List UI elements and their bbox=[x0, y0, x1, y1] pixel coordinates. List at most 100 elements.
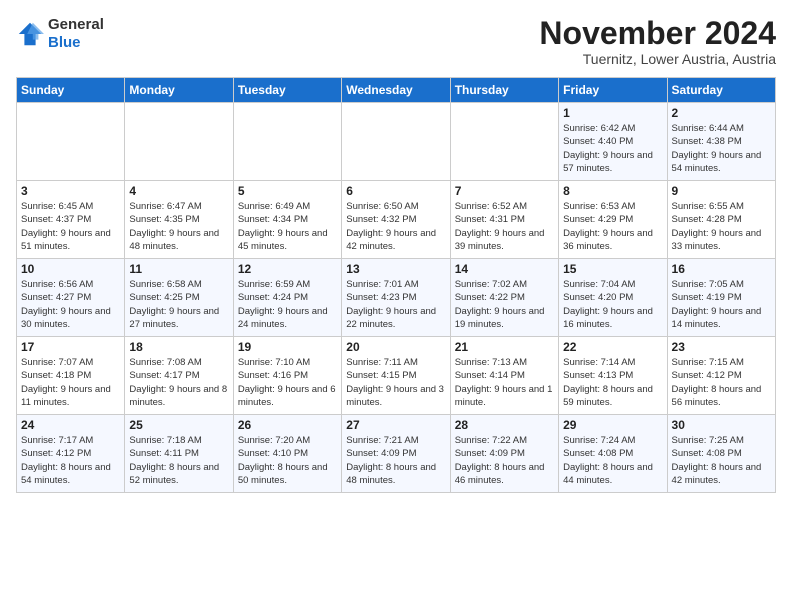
month-title: November 2024 bbox=[539, 16, 776, 51]
day-info: Sunrise: 7:04 AM Sunset: 4:20 PM Dayligh… bbox=[563, 278, 662, 331]
col-tuesday: Tuesday bbox=[233, 78, 341, 103]
day-info: Sunrise: 7:25 AM Sunset: 4:08 PM Dayligh… bbox=[672, 434, 771, 487]
day-number: 30 bbox=[672, 418, 771, 432]
day-number: 11 bbox=[129, 262, 228, 276]
day-info: Sunrise: 7:24 AM Sunset: 4:08 PM Dayligh… bbox=[563, 434, 662, 487]
day-info: Sunrise: 6:55 AM Sunset: 4:28 PM Dayligh… bbox=[672, 200, 771, 253]
logo-text-general: General bbox=[48, 16, 104, 34]
table-cell bbox=[233, 103, 341, 181]
day-info: Sunrise: 6:53 AM Sunset: 4:29 PM Dayligh… bbox=[563, 200, 662, 253]
logo-icon bbox=[16, 20, 44, 48]
table-cell: 8 Sunrise: 6:53 AM Sunset: 4:29 PM Daylig… bbox=[559, 181, 667, 259]
day-number: 13 bbox=[346, 262, 445, 276]
day-info: Sunrise: 7:20 AM Sunset: 4:10 PM Dayligh… bbox=[238, 434, 337, 487]
table-cell: 7 Sunrise: 6:52 AM Sunset: 4:31 PM Daylig… bbox=[450, 181, 558, 259]
table-cell: 3Sunrise: 6:45 AM Sunset: 4:37 PM Daylig… bbox=[17, 181, 125, 259]
table-cell: 15 Sunrise: 7:04 AM Sunset: 4:20 PM Dayli… bbox=[559, 259, 667, 337]
day-info: Sunrise: 7:13 AM Sunset: 4:14 PM Dayligh… bbox=[455, 356, 554, 409]
table-cell: 14 Sunrise: 7:02 AM Sunset: 4:22 PM Dayli… bbox=[450, 259, 558, 337]
table-cell: 11 Sunrise: 6:58 AM Sunset: 4:25 PM Dayli… bbox=[125, 259, 233, 337]
day-number: 4 bbox=[129, 184, 228, 198]
table-cell: 1 Sunrise: 6:42 AM Sunset: 4:40 PM Daylig… bbox=[559, 103, 667, 181]
day-info: Sunrise: 6:52 AM Sunset: 4:31 PM Dayligh… bbox=[455, 200, 554, 253]
day-info: Sunrise: 7:11 AM Sunset: 4:15 PM Dayligh… bbox=[346, 356, 445, 409]
day-info: Sunrise: 7:17 AM Sunset: 4:12 PM Dayligh… bbox=[21, 434, 120, 487]
table-cell: 18 Sunrise: 7:08 AM Sunset: 4:17 PM Dayli… bbox=[125, 337, 233, 415]
location-title: Tuernitz, Lower Austria, Austria bbox=[539, 51, 776, 67]
table-cell: 6 Sunrise: 6:50 AM Sunset: 4:32 PM Daylig… bbox=[342, 181, 450, 259]
table-cell: 21 Sunrise: 7:13 AM Sunset: 4:14 PM Dayli… bbox=[450, 337, 558, 415]
day-info: Sunrise: 6:42 AM Sunset: 4:40 PM Dayligh… bbox=[563, 122, 662, 175]
day-number: 9 bbox=[672, 184, 771, 198]
day-info: Sunrise: 7:14 AM Sunset: 4:13 PM Dayligh… bbox=[563, 356, 662, 409]
day-number: 8 bbox=[563, 184, 662, 198]
table-cell bbox=[125, 103, 233, 181]
day-number: 16 bbox=[672, 262, 771, 276]
header: General Blue November 2024 Tuernitz, Low… bbox=[16, 16, 776, 67]
day-number: 15 bbox=[563, 262, 662, 276]
table-cell: 20 Sunrise: 7:11 AM Sunset: 4:15 PM Dayli… bbox=[342, 337, 450, 415]
day-info: Sunrise: 7:10 AM Sunset: 4:16 PM Dayligh… bbox=[238, 356, 337, 409]
week-row-1: 1 Sunrise: 6:42 AM Sunset: 4:40 PM Daylig… bbox=[17, 103, 776, 181]
day-number: 7 bbox=[455, 184, 554, 198]
week-row-3: 10Sunrise: 6:56 AM Sunset: 4:27 PM Dayli… bbox=[17, 259, 776, 337]
table-cell: 22 Sunrise: 7:14 AM Sunset: 4:13 PM Dayli… bbox=[559, 337, 667, 415]
day-info: Sunrise: 7:05 AM Sunset: 4:19 PM Dayligh… bbox=[672, 278, 771, 331]
calendar-table: Sunday Monday Tuesday Wednesday Thursday… bbox=[16, 77, 776, 493]
day-number: 21 bbox=[455, 340, 554, 354]
day-info: Sunrise: 6:47 AM Sunset: 4:35 PM Dayligh… bbox=[129, 200, 228, 253]
week-row-4: 17Sunrise: 7:07 AM Sunset: 4:18 PM Dayli… bbox=[17, 337, 776, 415]
day-info: Sunrise: 6:49 AM Sunset: 4:34 PM Dayligh… bbox=[238, 200, 337, 253]
day-number: 14 bbox=[455, 262, 554, 276]
day-info: Sunrise: 7:22 AM Sunset: 4:09 PM Dayligh… bbox=[455, 434, 554, 487]
table-cell: 5 Sunrise: 6:49 AM Sunset: 4:34 PM Daylig… bbox=[233, 181, 341, 259]
day-number: 12 bbox=[238, 262, 337, 276]
day-number: 22 bbox=[563, 340, 662, 354]
col-saturday: Saturday bbox=[667, 78, 775, 103]
logo-text-blue: Blue bbox=[48, 34, 104, 52]
week-row-2: 3Sunrise: 6:45 AM Sunset: 4:37 PM Daylig… bbox=[17, 181, 776, 259]
table-cell: 30 Sunrise: 7:25 AM Sunset: 4:08 PM Dayli… bbox=[667, 415, 775, 493]
col-thursday: Thursday bbox=[450, 78, 558, 103]
day-info: Sunrise: 7:07 AM Sunset: 4:18 PM Dayligh… bbox=[21, 356, 120, 409]
table-cell: 12 Sunrise: 6:59 AM Sunset: 4:24 PM Dayli… bbox=[233, 259, 341, 337]
day-number: 10 bbox=[21, 262, 120, 276]
day-number: 5 bbox=[238, 184, 337, 198]
day-info: Sunrise: 7:08 AM Sunset: 4:17 PM Dayligh… bbox=[129, 356, 228, 409]
header-row: Sunday Monday Tuesday Wednesday Thursday… bbox=[17, 78, 776, 103]
table-cell: 25 Sunrise: 7:18 AM Sunset: 4:11 PM Dayli… bbox=[125, 415, 233, 493]
day-info: Sunrise: 7:18 AM Sunset: 4:11 PM Dayligh… bbox=[129, 434, 228, 487]
day-number: 19 bbox=[238, 340, 337, 354]
day-number: 20 bbox=[346, 340, 445, 354]
day-info: Sunrise: 7:01 AM Sunset: 4:23 PM Dayligh… bbox=[346, 278, 445, 331]
day-info: Sunrise: 7:21 AM Sunset: 4:09 PM Dayligh… bbox=[346, 434, 445, 487]
table-cell: 16 Sunrise: 7:05 AM Sunset: 4:19 PM Dayli… bbox=[667, 259, 775, 337]
table-cell: 13 Sunrise: 7:01 AM Sunset: 4:23 PM Dayli… bbox=[342, 259, 450, 337]
table-cell: 19 Sunrise: 7:10 AM Sunset: 4:16 PM Dayli… bbox=[233, 337, 341, 415]
day-info: Sunrise: 6:58 AM Sunset: 4:25 PM Dayligh… bbox=[129, 278, 228, 331]
day-number: 27 bbox=[346, 418, 445, 432]
day-number: 3 bbox=[21, 184, 120, 198]
day-info: Sunrise: 6:59 AM Sunset: 4:24 PM Dayligh… bbox=[238, 278, 337, 331]
day-number: 28 bbox=[455, 418, 554, 432]
day-number: 1 bbox=[563, 106, 662, 120]
table-cell: 29 Sunrise: 7:24 AM Sunset: 4:08 PM Dayli… bbox=[559, 415, 667, 493]
table-cell: 10Sunrise: 6:56 AM Sunset: 4:27 PM Dayli… bbox=[17, 259, 125, 337]
day-number: 6 bbox=[346, 184, 445, 198]
day-number: 25 bbox=[129, 418, 228, 432]
table-cell bbox=[450, 103, 558, 181]
col-sunday: Sunday bbox=[17, 78, 125, 103]
table-cell: 17Sunrise: 7:07 AM Sunset: 4:18 PM Dayli… bbox=[17, 337, 125, 415]
day-number: 18 bbox=[129, 340, 228, 354]
day-number: 29 bbox=[563, 418, 662, 432]
table-cell bbox=[17, 103, 125, 181]
day-info: Sunrise: 7:15 AM Sunset: 4:12 PM Dayligh… bbox=[672, 356, 771, 409]
table-cell: 26Sunrise: 7:20 AM Sunset: 4:10 PM Dayli… bbox=[233, 415, 341, 493]
day-info: Sunrise: 6:50 AM Sunset: 4:32 PM Dayligh… bbox=[346, 200, 445, 253]
day-info: Sunrise: 7:02 AM Sunset: 4:22 PM Dayligh… bbox=[455, 278, 554, 331]
day-number: 2 bbox=[672, 106, 771, 120]
col-friday: Friday bbox=[559, 78, 667, 103]
col-monday: Monday bbox=[125, 78, 233, 103]
table-cell bbox=[342, 103, 450, 181]
page: General Blue November 2024 Tuernitz, Low… bbox=[0, 0, 792, 501]
